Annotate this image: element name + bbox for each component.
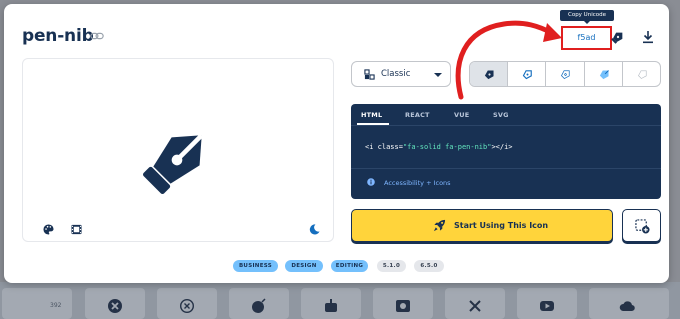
grid-cell[interactable]	[229, 288, 289, 319]
shapes-icon	[364, 69, 375, 80]
tag-version[interactable]: 5.1.0	[377, 260, 406, 272]
style-select-value: Classic	[381, 69, 411, 79]
rocket-icon	[433, 219, 446, 232]
icon-preview	[22, 58, 334, 242]
grid-cell[interactable]	[301, 288, 361, 319]
chevron-down-icon	[434, 73, 442, 77]
code-snippet-open: <i class=	[365, 143, 403, 151]
grid-cell[interactable]	[157, 288, 217, 319]
style-variant-group	[469, 61, 661, 87]
code-tabs: HTML REACT VUE SVG	[351, 104, 661, 126]
info-circle-icon	[367, 178, 375, 186]
tab-react[interactable]: REACT	[405, 111, 430, 119]
variant-light[interactable]	[546, 62, 585, 86]
copy-unicode-tooltip: Copy Unicode	[560, 10, 614, 24]
icon-detail-modal: pen-nib Copy Unicode f5ad Classic HTML R…	[4, 4, 669, 283]
robot-icon	[325, 299, 337, 312]
grid-cell[interactable]	[589, 288, 669, 319]
grid-count: 392	[50, 302, 62, 309]
grid-cell[interactable]	[85, 288, 145, 319]
xmark-icon	[469, 300, 481, 312]
square-plus-icon	[635, 219, 650, 234]
tag-list: BUSINESS DESIGN EDITING 5.1.0 6.5.0	[4, 260, 669, 274]
circle-xmark-icon	[108, 299, 122, 313]
variant-solid[interactable]	[470, 62, 509, 86]
pen-nib-icon	[143, 133, 204, 194]
code-snippet[interactable]: <i class="fa-solid fa-pen-nib"></i>	[365, 143, 513, 151]
grid-cell[interactable]	[373, 288, 433, 319]
grid-cell[interactable]: 392	[2, 288, 72, 319]
start-using-icon-button[interactable]: Start Using This Icon	[351, 209, 613, 242]
start-using-label: Start Using This Icon	[454, 221, 549, 230]
tab-svg[interactable]: SVG	[493, 111, 509, 119]
pen-nib-light-icon	[561, 70, 571, 79]
code-snippet-close: ></i>	[491, 143, 513, 151]
annotation-arrow	[455, 20, 562, 100]
accessibility-link[interactable]: Accessibility + Icons	[384, 179, 451, 187]
variant-sharp[interactable]	[623, 62, 660, 86]
bomb-icon	[252, 298, 266, 313]
youtube-icon	[540, 301, 554, 311]
tag-version[interactable]: 6.5.0	[414, 260, 444, 272]
tag-category[interactable]: DESIGN	[285, 260, 323, 272]
copy-unicode-button[interactable]: f5ad	[561, 26, 612, 50]
variant-regular[interactable]	[508, 62, 547, 86]
active-tab-indicator	[357, 123, 389, 125]
link-icon[interactable]	[90, 31, 104, 41]
grid-cell[interactable]	[517, 288, 577, 319]
style-select[interactable]: Classic	[351, 61, 451, 87]
code-snippet-panel: HTML REACT VUE SVG <i class="fa-solid fa…	[351, 104, 661, 199]
download-icon[interactable]	[642, 30, 654, 44]
pen-nib-icon[interactable]	[611, 30, 625, 44]
palette-icon[interactable]	[43, 224, 54, 235]
image-icon	[396, 300, 410, 312]
moon-icon[interactable]	[309, 224, 320, 235]
icon-title: pen-nib	[22, 26, 94, 46]
tab-vue[interactable]: VUE	[454, 111, 469, 119]
variant-thin[interactable]	[585, 62, 623, 86]
grid-cell[interactable]	[445, 288, 505, 319]
tab-html[interactable]: HTML	[361, 111, 382, 119]
film-icon[interactable]	[71, 224, 82, 235]
pen-nib-solid-icon	[484, 70, 494, 80]
pen-nib-duotone-icon	[599, 70, 609, 80]
icon-grid-background: 392	[0, 282, 680, 319]
add-to-kit-button[interactable]	[622, 209, 661, 242]
tag-category[interactable]: EDITING	[331, 260, 368, 272]
pen-nib-thin-icon	[637, 70, 647, 79]
tag-category[interactable]: BUSINESS	[233, 260, 278, 272]
pen-nib-regular-icon	[522, 70, 533, 80]
circle-xmark-outline-icon	[179, 298, 195, 314]
code-snippet-class: "fa-solid fa-pen-nib"	[402, 143, 492, 151]
divider	[351, 168, 661, 169]
cloud-icon	[619, 301, 635, 312]
